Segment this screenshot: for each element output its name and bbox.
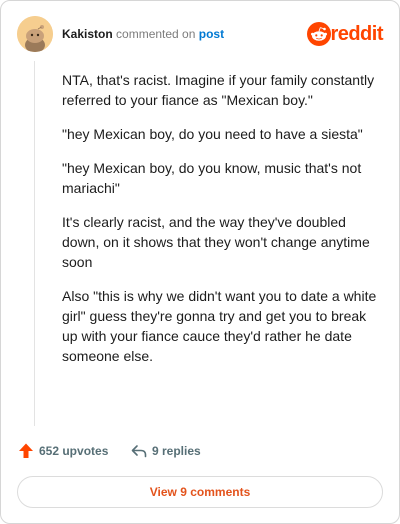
reddit-brand[interactable]: reddit: [303, 22, 383, 46]
upvote-count: 652 upvotes: [39, 444, 109, 458]
reddit-logo-icon: [307, 22, 331, 46]
upvote-arrow-icon: [19, 443, 33, 458]
replies-count: 9 replies: [152, 444, 201, 458]
snoo-avatar-icon: [17, 16, 53, 52]
comment-footer: 652 upvotes 9 replies: [17, 442, 383, 462]
post-link[interactable]: post: [199, 27, 224, 41]
action-text: commented on: [116, 27, 196, 41]
comment-paragraph: It's clearly racist, and the way they've…: [62, 214, 370, 270]
reply-arrow-icon: [131, 445, 147, 458]
comment-paragraph: "hey Mexican boy, do you know, music tha…: [62, 160, 362, 196]
comment-body: NTA, that's racist. Imagine if your fami…: [62, 70, 382, 380]
username-link[interactable]: Kakiston: [62, 27, 113, 41]
reddit-wordmark: reddit: [330, 23, 383, 45]
comment-paragraph: Also "this is why we didn't want you to …: [62, 288, 377, 364]
replies-button[interactable]: 9 replies: [130, 442, 201, 460]
upvote-button[interactable]: 652 upvotes: [17, 442, 108, 460]
thread-line: [34, 61, 35, 426]
comment-header: Kakiston commented on post reddit: [17, 16, 383, 52]
comment-paragraph: "hey Mexican boy, do you need to have a …: [62, 126, 363, 142]
comment-card: Kakiston commented on post reddit NTA, t…: [0, 0, 400, 524]
view-comments-button[interactable]: View 9 comments: [17, 476, 383, 508]
comment-paragraph: NTA, that's racist. Imagine if your fami…: [62, 72, 375, 108]
comment-meta: Kakiston commented on post: [62, 26, 224, 42]
avatar[interactable]: [17, 16, 53, 52]
